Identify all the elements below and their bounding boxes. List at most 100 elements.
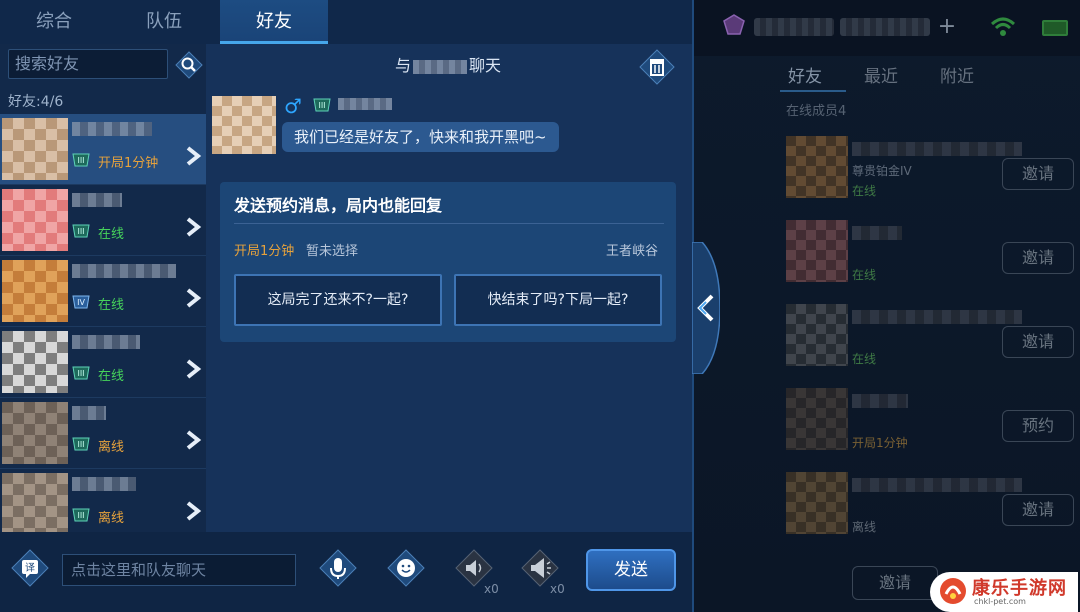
- invite-button[interactable]: 邀请: [1002, 326, 1074, 358]
- chevron-right-icon[interactable]: [182, 286, 204, 310]
- player-name-blur: [852, 478, 1022, 492]
- top-status-bar: +: [690, 0, 1080, 56]
- list-item[interactable]: 尊贵铂金IV 在线 邀请: [786, 136, 1076, 208]
- chevron-right-icon[interactable]: [182, 428, 204, 452]
- chevron-right-icon[interactable]: [182, 357, 204, 381]
- appointment-mode[interactable]: 王者峡谷: [606, 240, 658, 259]
- chevron-right-icon[interactable]: [182, 499, 204, 523]
- rank-badge-icon: III: [72, 153, 90, 167]
- currency-amount-blur: [840, 18, 930, 36]
- invite-button[interactable]: 邀请: [1002, 242, 1074, 274]
- status-text: 离线: [98, 440, 125, 455]
- player-name-blur: [852, 142, 1022, 156]
- svg-text:IV: IV: [77, 298, 85, 307]
- invite-button[interactable]: 邀请: [1002, 494, 1074, 526]
- avatar: [2, 331, 68, 393]
- chat-title: 与 聊天: [206, 52, 690, 76]
- friend-name-blur: [413, 59, 467, 74]
- list-item[interactable]: 离线 邀请: [786, 472, 1076, 544]
- chat-input[interactable]: 点击这里和队友聊天: [62, 554, 296, 586]
- rank-label: 尊贵铂金IV: [852, 164, 912, 178]
- friend-name-blur: [72, 477, 136, 491]
- rank-badge-icon: III: [72, 437, 90, 451]
- small-speaker-count: x0: [484, 582, 499, 596]
- chat-title-prefix: 与: [394, 56, 411, 75]
- plus-icon[interactable]: +: [936, 16, 958, 38]
- search-icon[interactable]: [174, 50, 204, 80]
- list-item[interactable]: III 离线: [0, 398, 206, 469]
- avatar: [786, 136, 848, 198]
- list-item[interactable]: 开局1分钟 预约: [786, 388, 1076, 460]
- status-text: 离线: [852, 520, 877, 534]
- friend-name-blur: [72, 406, 106, 420]
- friend-count: 好友:4/6: [8, 94, 64, 110]
- avatar: [786, 388, 848, 450]
- svg-text:III: III: [77, 227, 84, 236]
- avatar: [786, 472, 848, 534]
- site-logo-icon: [940, 578, 966, 604]
- friend-name-blur: [72, 122, 152, 136]
- rank-badge-icon: III: [313, 98, 331, 112]
- friend-name-blur: [72, 335, 140, 349]
- invite-button[interactable]: 邀请: [852, 566, 938, 600]
- list-item[interactable]: 在线 邀请: [786, 304, 1076, 376]
- avatar: [2, 260, 68, 322]
- search-input[interactable]: 搜索好友: [8, 49, 168, 79]
- tab-recent[interactable]: 最近: [864, 62, 898, 87]
- large-speaker-count: x0: [550, 582, 565, 596]
- appointment-choice[interactable]: 暂未选择: [306, 240, 358, 259]
- svg-text:III: III: [77, 156, 84, 165]
- rank-badge-icon: III: [72, 224, 90, 238]
- divider: [234, 223, 664, 224]
- list-item[interactable]: III 在线: [0, 327, 206, 398]
- svg-text:III: III: [77, 369, 84, 378]
- appointment-time[interactable]: 开局1分钟: [234, 240, 294, 259]
- tab-friends[interactable]: 好友: [220, 0, 328, 44]
- tab-nearby[interactable]: 附近: [940, 62, 974, 87]
- avatar: [786, 220, 848, 282]
- status-text: 在线: [98, 298, 125, 313]
- tab-general[interactable]: 综合: [0, 0, 108, 44]
- collapse-arrow-icon[interactable]: [692, 242, 720, 374]
- player-name-blur: [852, 394, 908, 408]
- quick-reply-button[interactable]: 快结束了吗?下局一起?: [454, 274, 662, 326]
- status-text: 在线: [852, 352, 877, 366]
- background-friends-panel: + 好友 最近 附近 在线成员4 尊贵铂金IV 在线 邀请 在线 邀请 在线 邀…: [690, 0, 1080, 612]
- player-name-blur: [852, 226, 902, 240]
- chevron-right-icon[interactable]: [182, 144, 204, 168]
- status-text: 离线: [98, 511, 125, 526]
- player-name-blur: [852, 310, 1022, 324]
- friend-name-blur: [72, 193, 122, 207]
- send-button[interactable]: 发送: [586, 549, 676, 591]
- list-item[interactable]: III 开局1分钟: [0, 114, 206, 185]
- list-item[interactable]: 在线 邀请: [786, 220, 1076, 292]
- avatar[interactable]: [212, 96, 276, 154]
- quick-reply-button[interactable]: 这局完了还来不?一起?: [234, 274, 442, 326]
- invite-button[interactable]: 邀请: [1002, 158, 1074, 190]
- status-text: 开局1分钟: [98, 156, 159, 171]
- status-text: 在线: [98, 369, 125, 384]
- chat-dialog: 综合 队伍 好友 搜索好友 好友:4/6 III 开局1分钟 III 在线 IV…: [0, 0, 694, 612]
- online-members-label: 在线成员4: [786, 104, 847, 119]
- translate-icon[interactable]: 译: [10, 548, 50, 588]
- battery-icon: [1042, 20, 1068, 36]
- chevron-right-icon[interactable]: [182, 215, 204, 239]
- tab-friends-right[interactable]: 好友: [788, 62, 822, 87]
- currency-amount-blur: [754, 18, 834, 36]
- microphone-icon[interactable]: [318, 548, 358, 588]
- appointment-button[interactable]: 预约: [1002, 410, 1074, 442]
- tab-underline: [780, 90, 846, 92]
- list-item[interactable]: IV 在线: [0, 256, 206, 327]
- status-text: 在线: [852, 184, 877, 198]
- trash-icon[interactable]: [638, 48, 676, 86]
- emoji-icon[interactable]: [386, 548, 426, 588]
- chat-title-suffix: 聊天: [469, 56, 502, 75]
- list-item[interactable]: III 离线: [0, 469, 206, 535]
- avatar: [786, 304, 848, 366]
- friend-name-blur: [338, 98, 392, 110]
- svg-text:III: III: [77, 511, 84, 520]
- rank-badge-icon: IV: [72, 295, 90, 309]
- list-item[interactable]: III 在线: [0, 185, 206, 256]
- tab-team[interactable]: 队伍: [110, 0, 218, 44]
- friend-name-blur: [72, 264, 176, 278]
